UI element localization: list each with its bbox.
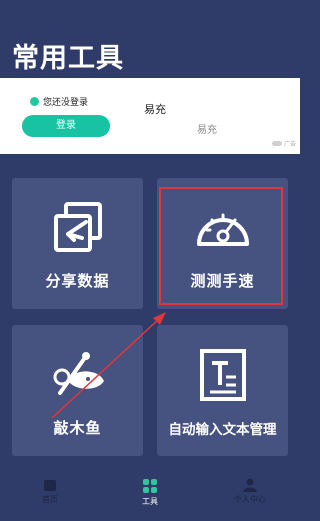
tab-label: 工具 [142,497,158,506]
bottom-tab-bar: 首页 工具 个人中心 [0,474,300,521]
tab-home[interactable]: 首页 [10,478,90,505]
tab-label: 首页 [42,495,58,504]
annotation-arrow [51,312,166,419]
user-icon [243,478,257,492]
home-icon [44,480,56,491]
tab-label: 个人中心 [234,495,266,504]
tab-profile[interactable]: 个人中心 [210,478,290,505]
tab-tools[interactable]: 工具 [110,478,190,507]
grid-icon [143,479,157,493]
